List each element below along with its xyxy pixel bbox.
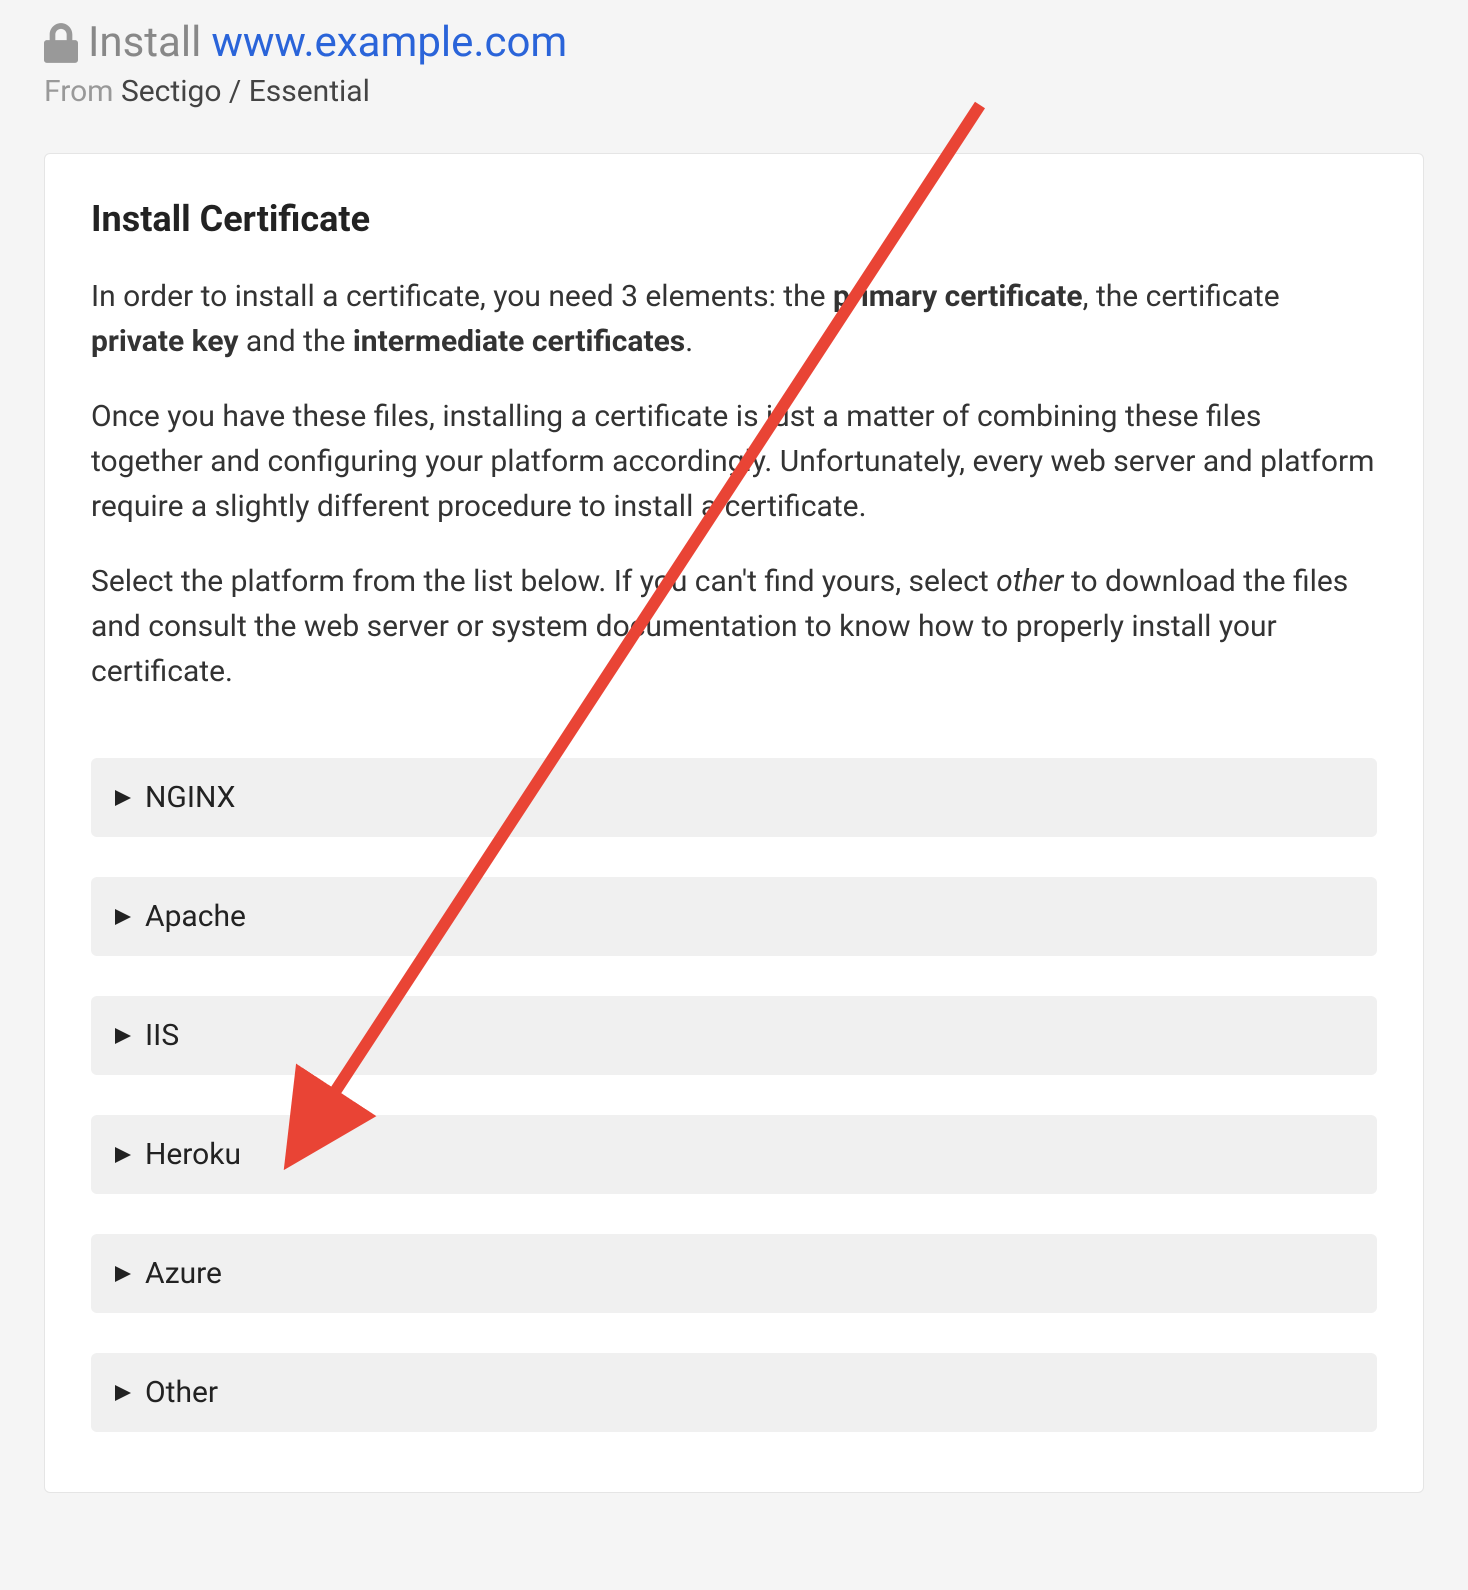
expand-icon (115, 1147, 131, 1163)
provider-name: Sectigo / Essential (121, 74, 370, 109)
expand-icon (115, 1266, 131, 1282)
platform-label: Other (145, 1375, 218, 1410)
expand-icon (115, 790, 131, 806)
intro-paragraph-2: Once you have these files, installing a … (91, 394, 1377, 529)
platform-item-other[interactable]: Other (91, 1353, 1377, 1432)
page-title-prefix: Install (88, 18, 201, 68)
platform-label: Heroku (145, 1137, 241, 1172)
platform-list: NGINX Apache IIS Heroku (91, 758, 1377, 1432)
platform-item-apache[interactable]: Apache (91, 877, 1377, 956)
platform-item-heroku[interactable]: Heroku (91, 1115, 1377, 1194)
expand-icon (115, 1385, 131, 1401)
page-header: Install www.example.com From Sectigo / E… (0, 0, 1468, 125)
platform-item-nginx[interactable]: NGINX (91, 758, 1377, 837)
platform-label: Azure (145, 1256, 222, 1291)
intro-paragraph-3: Select the platform from the list below.… (91, 559, 1377, 694)
domain-link[interactable]: www.example.com (211, 18, 567, 68)
expand-icon (115, 1028, 131, 1044)
card-heading: Install Certificate (91, 198, 1377, 240)
lock-icon (44, 23, 78, 63)
page-title-row: Install www.example.com (44, 18, 1424, 68)
intro-paragraph-1: In order to install a certificate, you n… (91, 274, 1377, 364)
page-subtitle: From Sectigo / Essential (44, 74, 1424, 109)
expand-icon (115, 909, 131, 925)
install-certificate-card: Install Certificate In order to install … (44, 153, 1424, 1493)
platform-item-iis[interactable]: IIS (91, 996, 1377, 1075)
platform-label: NGINX (145, 780, 235, 815)
from-label: From (44, 74, 114, 109)
platform-item-azure[interactable]: Azure (91, 1234, 1377, 1313)
platform-label: IIS (145, 1018, 179, 1053)
platform-label: Apache (145, 899, 246, 934)
